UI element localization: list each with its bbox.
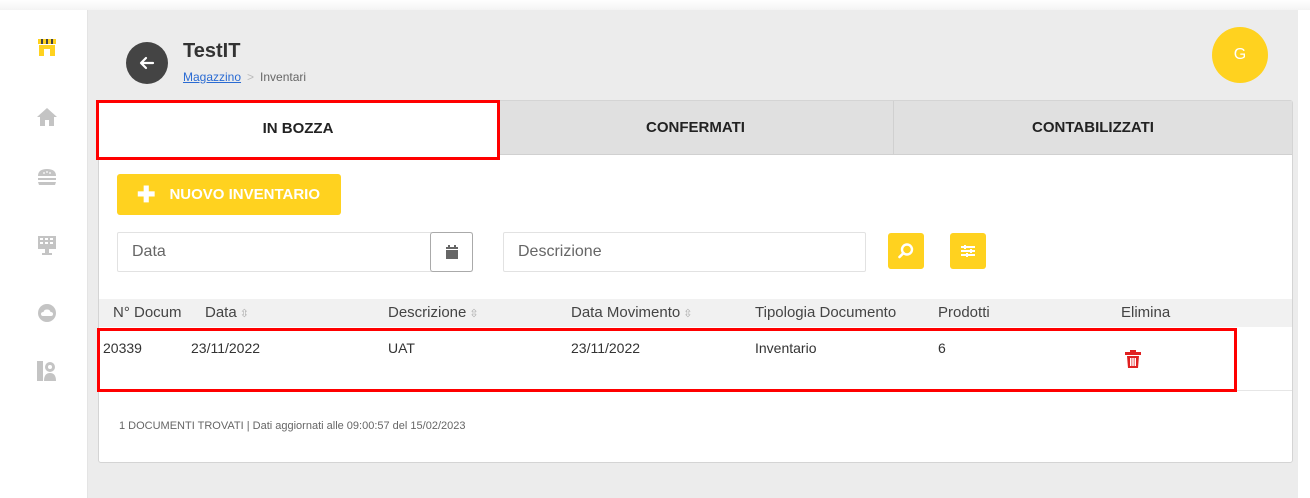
breadcrumb-separator-icon: >: [247, 70, 255, 84]
main-area: TestIT Magazzino > Inventari G IN BOZZA CO…: [88, 10, 1298, 498]
profile-settings-icon[interactable]: [30, 356, 64, 386]
cell-products: 6: [938, 340, 946, 356]
cell-movement-date: 23/11/2022: [571, 340, 641, 356]
sort-icon: ⇳: [239, 308, 249, 320]
store-icon[interactable]: [30, 32, 64, 62]
new-inventory-button[interactable]: ✚ NUOVO INVENTARIO: [117, 174, 341, 215]
table-row[interactable]: 20339 23/11/2022 UAT 23/11/2022 Inventar…: [99, 329, 1292, 391]
description-placeholder: Descrizione: [518, 243, 602, 260]
description-field[interactable]: Descrizione: [503, 232, 866, 272]
tab-confermati[interactable]: CONFERMATI: [497, 101, 893, 155]
inventory-panel: IN BOZZA CONFERMATI CONTABILIZZATI ✚ NUO…: [98, 100, 1293, 463]
search-button[interactable]: [888, 233, 924, 269]
header-date[interactable]: Data ⇳: [205, 304, 249, 321]
avatar[interactable]: G: [1212, 27, 1268, 83]
plus-icon: ✚: [137, 181, 156, 207]
header-date-label: Data: [205, 304, 237, 321]
cloud-icon[interactable]: [30, 298, 64, 328]
search-icon: [898, 243, 914, 259]
header-description[interactable]: Descrizione ⇳: [388, 304, 479, 321]
date-placeholder: Data: [132, 243, 166, 260]
cell-doc-number: 20339: [103, 340, 142, 356]
header-description-label: Descrizione: [388, 304, 467, 321]
status-footer: 1 DOCUMENTI TROVATI | Dati aggiornati al…: [119, 420, 466, 432]
delete-button[interactable]: [1124, 349, 1144, 369]
tab-in-bozza[interactable]: IN BOZZA: [99, 101, 497, 155]
trash-icon: [1125, 350, 1141, 368]
table-header: N° Docum Data ⇳ Descrizione ⇳ Data Movimen…: [99, 299, 1292, 327]
header-doc-type: Tipologia Documento: [755, 304, 897, 321]
window-edge: [0, 0, 1310, 10]
tab-bar: IN BOZZA CONFERMATI CONTABILIZZATI: [99, 101, 1292, 155]
sort-icon: ⇳: [683, 308, 693, 320]
avatar-initial: G: [1233, 46, 1247, 63]
cell-description: UAT: [388, 340, 415, 356]
header-delete: Elimina: [1121, 304, 1171, 321]
sort-icon: ⇳: [469, 308, 479, 320]
cell-date: 23/11/2022: [191, 340, 261, 356]
header-doc-number[interactable]: N° Docum: [113, 304, 199, 321]
breadcrumb-current: Inventari: [260, 70, 307, 84]
burger-icon[interactable]: [30, 162, 64, 192]
cell-doc-type: Inventario: [755, 340, 817, 356]
calendar-icon: [445, 245, 458, 259]
sidebar: [8, 10, 88, 498]
date-field[interactable]: Data: [117, 232, 473, 272]
new-inventory-label: NUOVO INVENTARIO: [169, 186, 321, 203]
breadcrumb: Magazzino > Inventari: [183, 70, 306, 84]
page-title: TestIT: [183, 40, 241, 62]
home-icon[interactable]: [30, 102, 64, 132]
calendar-button[interactable]: [430, 232, 473, 272]
tab-contabilizzati[interactable]: CONTABILIZZATI: [893, 101, 1292, 155]
arrow-left-icon: [139, 56, 155, 70]
back-button[interactable]: [126, 42, 168, 84]
header-movement-date[interactable]: Data Movimento ⇳: [571, 304, 692, 321]
pos-register-icon[interactable]: [30, 230, 64, 260]
sliders-icon: [961, 245, 975, 257]
app-frame: TestIT Magazzino > Inventari G IN BOZZA CO…: [0, 0, 1310, 498]
breadcrumb-link-magazzino[interactable]: Magazzino: [183, 70, 241, 84]
header-movement-date-label: Data Movimento: [571, 304, 681, 321]
filter-button[interactable]: [950, 233, 986, 269]
header-products: Prodotti: [938, 304, 990, 321]
